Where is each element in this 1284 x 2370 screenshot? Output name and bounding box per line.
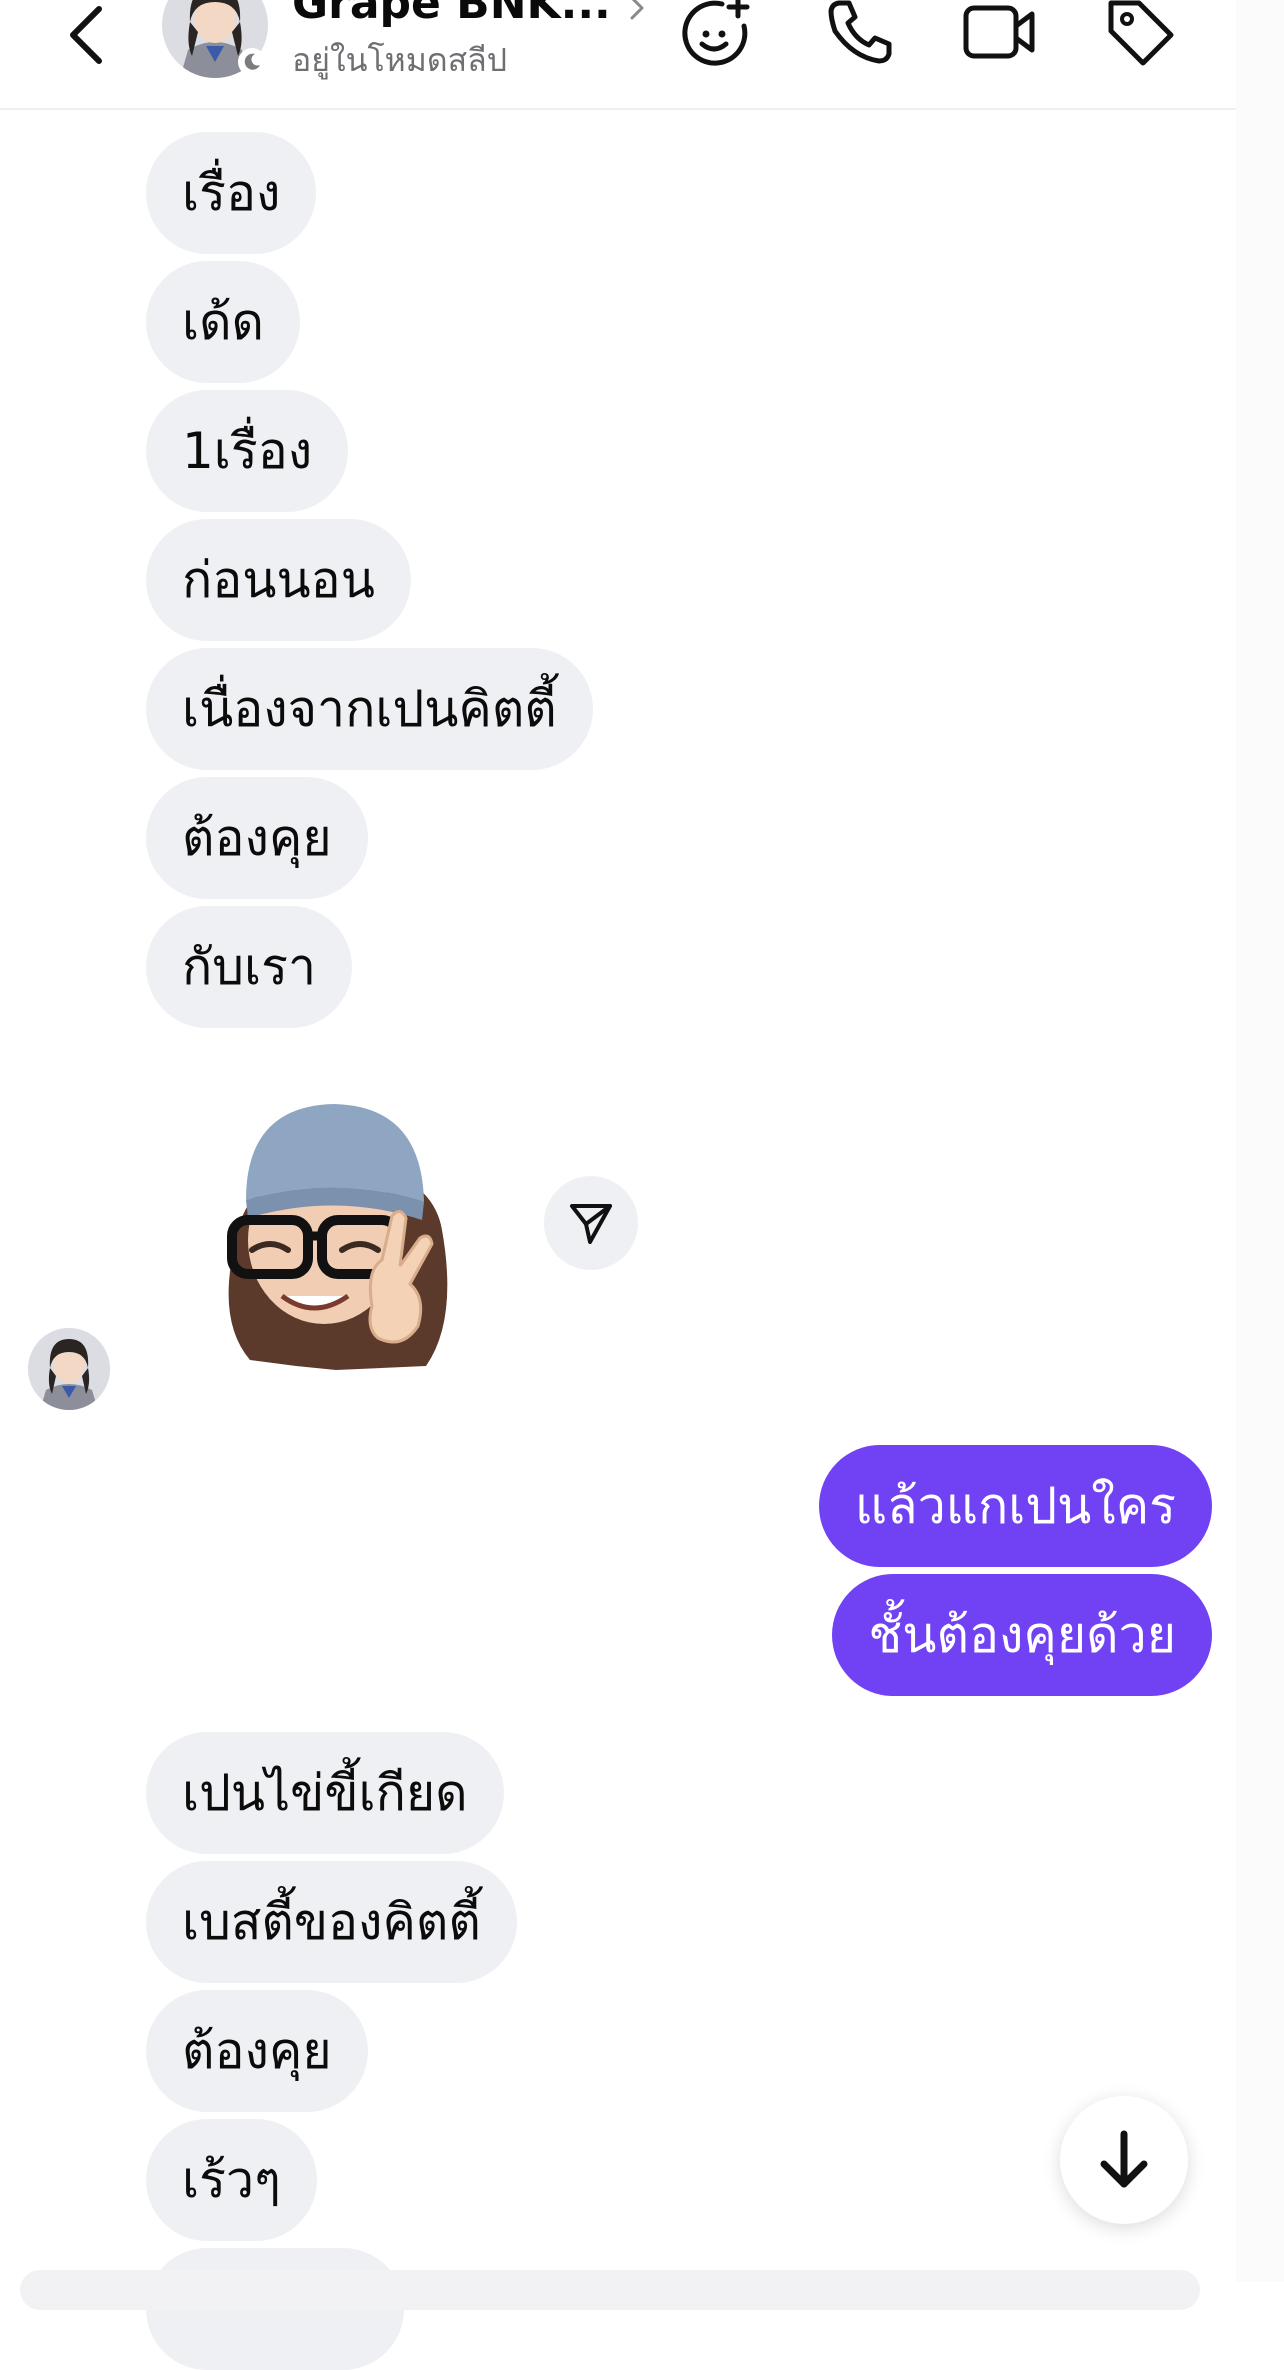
share-sticker-button[interactable] [544, 1176, 638, 1270]
message-bubble-incoming[interactable]: เปนไข่ขี้เกียด [146, 1732, 504, 1854]
right-edge-strip [1236, 0, 1284, 2282]
voice-call-button[interactable] [816, 0, 904, 76]
message-bubble-incoming[interactable]: ต้องคุย [146, 1990, 368, 2112]
memoji-sticker[interactable] [196, 1070, 476, 1370]
message-bubble-outgoing[interactable]: แล้วแกเปนใคร [818, 1445, 1212, 1567]
effects-button[interactable] [672, 0, 760, 76]
send-icon [570, 1204, 612, 1244]
chevron-left-icon [70, 6, 102, 64]
message-bubble-incoming[interactable]: กับเรา [146, 906, 353, 1028]
message-bubble-incoming[interactable]: ต้องคุย [146, 777, 368, 899]
contact-name[interactable]: Grape BNK... [292, 0, 611, 32]
message-bubble-incoming[interactable]: เนื่องจากเปนคิตตี้ [146, 648, 593, 770]
face-sparkle-icon [682, 0, 750, 66]
message-bubble-incoming[interactable]: เร้วๆ [146, 2119, 317, 2241]
tag-button[interactable] [1096, 0, 1184, 76]
message-composer[interactable] [20, 2270, 1200, 2310]
message-bubble-incoming[interactable]: เบสตี้ของคิตตี้ [146, 1861, 517, 1983]
phone-icon [828, 0, 892, 64]
avatar[interactable] [28, 1328, 110, 1410]
message-bubble-incoming[interactable]: เรื่อง [146, 132, 317, 254]
tag-icon [1108, 0, 1174, 66]
back-button[interactable] [50, 0, 120, 70]
message-bubble-incoming[interactable]: ก่อนนอน [146, 519, 411, 641]
video-call-button[interactable] [956, 0, 1044, 76]
video-camera-icon [963, 5, 1035, 59]
chevron-right-icon[interactable] [628, 0, 646, 22]
chat-header: Grape BNK... อยู่ในโหมดสลีป [0, 0, 1236, 110]
scroll-to-bottom-button[interactable] [1060, 2096, 1188, 2224]
message-bubble-outgoing[interactable]: ชั้นต้องคุยด้วย [832, 1574, 1212, 1696]
message-bubble-incoming[interactable]: เด้ด [146, 261, 301, 383]
moon-icon [244, 53, 260, 70]
contact-status: อยู่ในโหมดสลีป [292, 41, 508, 79]
message-bubble-incoming[interactable]: 1เรื่อง [146, 390, 349, 512]
arrow-down-icon [1100, 2130, 1148, 2188]
sleep-status-indicator [238, 48, 266, 76]
